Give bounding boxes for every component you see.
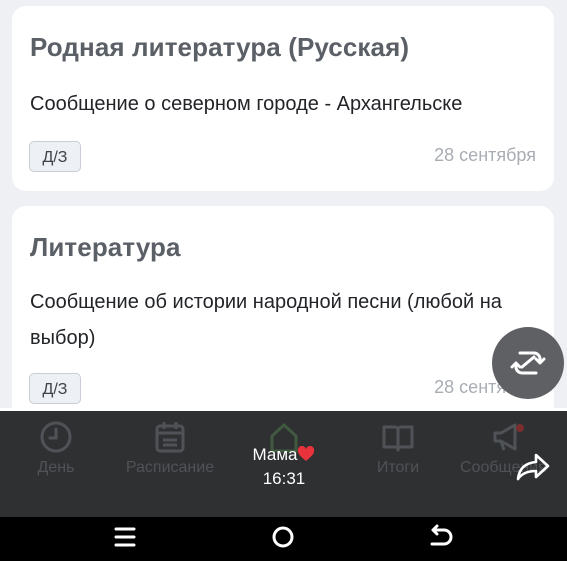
floating-action-button[interactable]: [492, 327, 564, 399]
back-icon[interactable]: [424, 520, 458, 554]
tab-label: Расписание: [125, 459, 215, 476]
calendar-icon: [155, 422, 185, 453]
homework-text: Сообщение о северном городе - Архангельс…: [30, 93, 463, 115]
subject-title: Родная литература (Русская): [30, 32, 410, 62]
home-circle-icon[interactable]: [266, 520, 300, 554]
homework-card[interactable]: Родная литература (Русская) Сообщение о …: [12, 6, 554, 191]
megaphone-icon: [493, 423, 524, 451]
notification-time: 16:31: [262, 469, 306, 488]
homework-badge: Д/З: [29, 141, 81, 172]
tab-day[interactable]: День: [24, 419, 88, 477]
clock-icon: [40, 421, 72, 453]
sync-icon: [510, 351, 546, 375]
due-date: 28 сентября: [434, 145, 536, 165]
recents-icon[interactable]: [108, 520, 142, 554]
heart-icon: [298, 445, 315, 461]
share-icon[interactable]: [516, 452, 550, 482]
chat-notification[interactable]: Мама 16:31: [236, 443, 332, 491]
homework-card[interactable]: Литература Сообщение об истории народной…: [12, 206, 554, 426]
subject-title: Литература: [30, 232, 181, 262]
tab-schedule[interactable]: Расписание: [116, 419, 224, 477]
tab-results[interactable]: Итоги: [368, 419, 428, 477]
contact-name: Мама: [252, 445, 298, 464]
notification-title: Мама: [236, 443, 332, 467]
tab-label: День: [37, 459, 75, 476]
homework-text: Сообщение об истории народной песни (люб…: [30, 291, 502, 349]
book-icon: [382, 425, 414, 452]
tab-messages[interactable]: Сообщения: [460, 419, 567, 477]
homework-badge: Д/З: [29, 373, 81, 404]
tab-label: Итоги: [376, 459, 420, 476]
